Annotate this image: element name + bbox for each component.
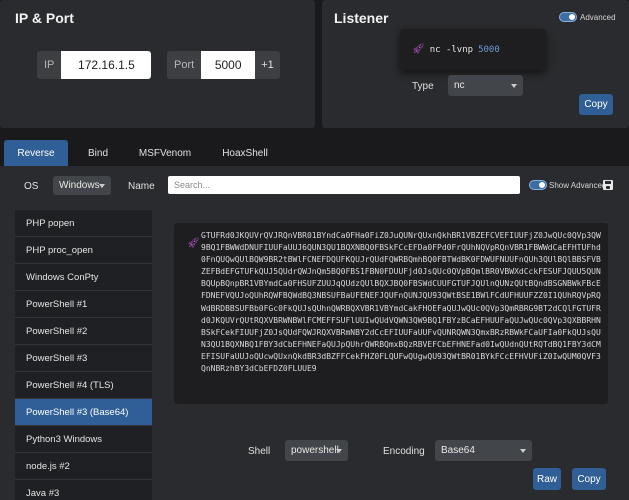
listener-panel: Listener Advanced 🚀︎ nc -lvnp 5000 Type … xyxy=(322,0,629,128)
payload-text: GTUFRd0JKQUVrQVJRQnVBR01BYndCa0FHa0FiZ0J… xyxy=(201,231,601,374)
listener-copy-button[interactable]: Copy xyxy=(579,94,613,115)
port-label: Port xyxy=(167,51,202,79)
type-select-value: nc xyxy=(454,80,465,91)
raw-button[interactable]: Raw xyxy=(533,468,561,490)
ip-label: IP xyxy=(37,51,62,79)
os-select[interactable]: Windows xyxy=(53,176,111,195)
listener-command-box[interactable]: 🚀︎ nc -lvnp 5000 xyxy=(400,29,546,70)
list-item-powershell-3[interactable]: PowerShell #3 xyxy=(15,345,152,372)
port-input[interactable]: 5000 xyxy=(201,51,256,79)
os-label: OS xyxy=(24,181,39,192)
list-item-java-3[interactable]: Java #3 xyxy=(15,480,152,500)
shell-label: Shell xyxy=(248,446,271,457)
list-item-nodejs-2[interactable]: node.js #2 xyxy=(15,453,152,480)
ip-input[interactable]: 172.16.1.5 xyxy=(61,51,152,79)
chevron-down-icon xyxy=(511,83,517,88)
chevron-down-icon xyxy=(99,183,105,188)
ip-input-group: IP 172.16.1.5 xyxy=(37,51,152,79)
rocket-icon: 🚀︎ xyxy=(412,44,425,55)
payload-box[interactable]: 🚀︎ GTUFRd0JKQUVrQVJRQnVBR01BYndCa0FHa0Fi… xyxy=(174,223,608,404)
show-advanced-label: Show Advanced xyxy=(549,181,607,190)
shell-list: PHP popen PHP proc_open Windows ConPty P… xyxy=(15,210,152,500)
tab-hoaxshell[interactable]: HoaxShell xyxy=(215,140,275,166)
reverse-shell-panel: OS Windows Name Search... Show Advanced … xyxy=(0,166,629,500)
list-item-powershell-3-base64[interactable]: PowerShell #3 (Base64) xyxy=(15,399,152,426)
search-input[interactable]: Search... xyxy=(168,176,520,194)
list-item-windows-conpty[interactable]: Windows ConPty xyxy=(15,264,152,291)
payload-copy-button[interactable]: Copy xyxy=(572,468,606,490)
type-label: Type xyxy=(412,81,434,92)
advanced-label: Advanced xyxy=(580,13,616,22)
port-input-group: Port 5000 +1 xyxy=(167,51,280,79)
tab-msfvenom[interactable]: MSFVenom xyxy=(135,140,195,166)
list-item-php-proc-open[interactable]: PHP proc_open xyxy=(15,237,152,264)
list-item-php-popen[interactable]: PHP popen xyxy=(15,210,152,237)
list-item-powershell-2[interactable]: PowerShell #2 xyxy=(15,318,152,345)
type-select[interactable]: nc xyxy=(448,75,523,96)
list-item-python3-windows[interactable]: Python3 Windows xyxy=(15,426,152,453)
advanced-toggle[interactable] xyxy=(559,12,577,22)
listener-command: nc -lvnp xyxy=(429,44,474,55)
rocket-icon: 🚀︎ xyxy=(187,238,200,249)
tab-bind[interactable]: Bind xyxy=(78,140,118,166)
encoding-select[interactable]: Base64 xyxy=(435,440,532,461)
port-increment-button[interactable]: +1 xyxy=(255,51,280,79)
shell-select-value: powershell xyxy=(291,445,339,456)
show-advanced-toggle[interactable] xyxy=(529,180,547,190)
chevron-down-icon xyxy=(336,448,342,453)
encoding-select-value: Base64 xyxy=(441,445,475,456)
shell-select[interactable]: powershell xyxy=(285,440,348,461)
os-select-value: Windows xyxy=(59,180,100,191)
listener-title: Listener xyxy=(334,10,389,26)
name-label: Name xyxy=(128,181,155,192)
list-item-powershell-1[interactable]: PowerShell #1 xyxy=(15,291,152,318)
ip-port-title: IP & Port xyxy=(15,10,74,26)
chevron-down-icon xyxy=(520,448,526,453)
listener-command-port: 5000 xyxy=(478,44,500,55)
encoding-label: Encoding xyxy=(383,446,425,457)
ip-port-panel: IP & Port IP 172.16.1.5 Port 5000 +1 xyxy=(0,0,315,128)
save-icon[interactable] xyxy=(603,180,613,190)
tab-reverse[interactable]: Reverse xyxy=(4,140,68,166)
list-item-powershell-4-tls[interactable]: PowerShell #4 (TLS) xyxy=(15,372,152,399)
